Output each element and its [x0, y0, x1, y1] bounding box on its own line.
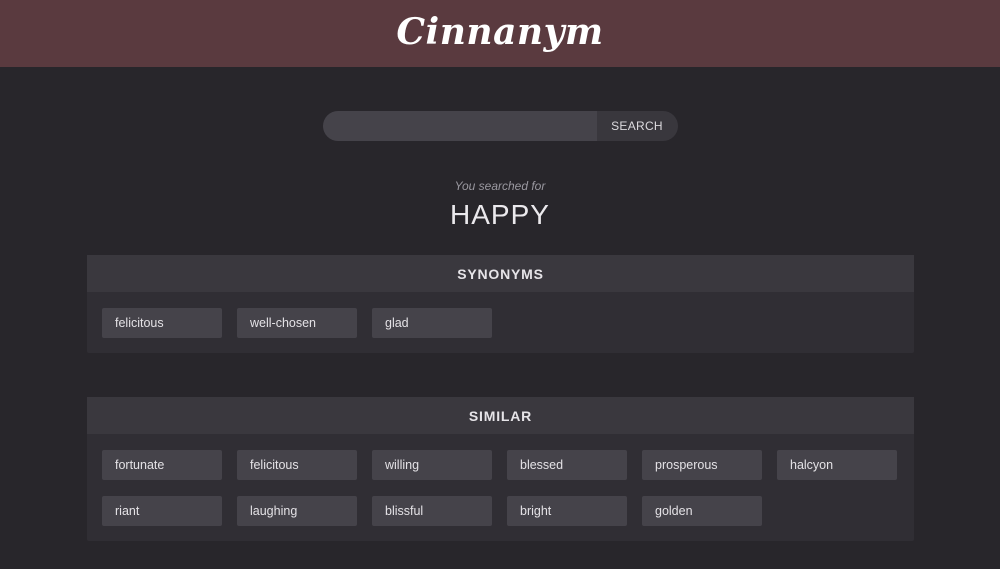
similar-heading: SIMILAR: [87, 397, 914, 434]
synonym-chip[interactable]: glad: [372, 308, 492, 338]
similar-panel: SIMILAR fortunate felicitous willing ble…: [87, 397, 914, 541]
synonyms-panel: SYNONYMS felicitous well-chosen glad: [87, 255, 914, 353]
similar-chip[interactable]: willing: [372, 450, 492, 480]
searched-word: HAPPY: [450, 199, 550, 230]
similar-chip[interactable]: golden: [642, 496, 762, 526]
synonyms-heading: SYNONYMS: [87, 255, 914, 292]
similar-chip[interactable]: halcyon: [777, 450, 897, 480]
similar-chip[interactable]: prosperous: [642, 450, 762, 480]
similar-chip[interactable]: blissful: [372, 496, 492, 526]
similar-chip[interactable]: felicitous: [237, 450, 357, 480]
synonym-chip[interactable]: well-chosen: [237, 308, 357, 338]
similar-list: fortunate felicitous willing blessed pro…: [87, 434, 914, 541]
search-row: SEARCH: [0, 111, 1000, 141]
similar-chip[interactable]: laughing: [237, 496, 357, 526]
searched-for-label: You searched for: [454, 179, 546, 193]
similar-chip[interactable]: blessed: [507, 450, 627, 480]
synonyms-list: felicitous well-chosen glad: [87, 292, 914, 353]
search-form: SEARCH: [322, 111, 678, 141]
similar-chip[interactable]: fortunate: [102, 450, 222, 480]
synonym-chip[interactable]: felicitous: [102, 308, 222, 338]
search-button[interactable]: SEARCH: [596, 111, 678, 141]
similar-chip[interactable]: riant: [102, 496, 222, 526]
search-input[interactable]: [322, 111, 597, 141]
site-header: Cinnanym: [0, 0, 1000, 67]
similar-chip[interactable]: bright: [507, 496, 627, 526]
app-logo[interactable]: Cinnanym: [396, 11, 603, 53]
